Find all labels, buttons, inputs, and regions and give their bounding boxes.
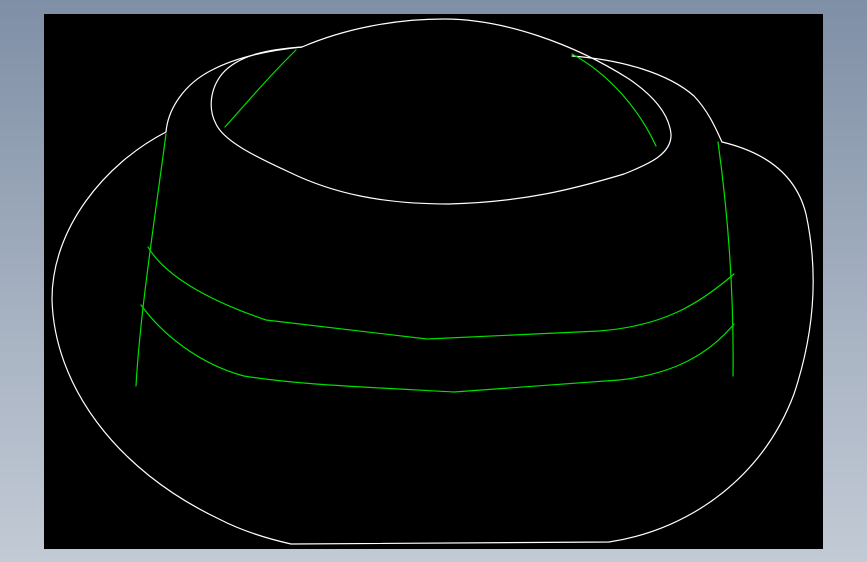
cad-drawing-viewport[interactable] — [44, 14, 823, 549]
crown-left-side — [135, 133, 167, 387]
crown-top-left-seam — [224, 49, 297, 128]
hatband-lower-edge — [140, 304, 735, 393]
crown-right-side — [717, 141, 734, 377]
brim-outline — [51, 131, 814, 545]
green-band-group — [135, 49, 735, 393]
hatband-upper-edge — [147, 246, 735, 340]
crown-top-dome — [210, 18, 672, 205]
crown-top-right-seam — [571, 53, 657, 147]
white-edge-group — [51, 18, 814, 545]
hat-wireframe-drawing — [51, 18, 814, 545]
crown-left-shoulder — [165, 46, 303, 133]
